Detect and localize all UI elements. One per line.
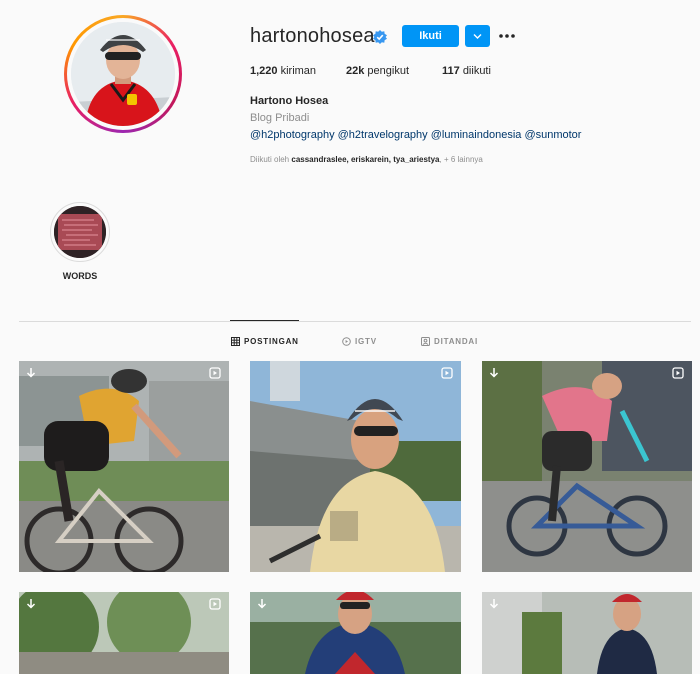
tabs-divider xyxy=(19,321,691,322)
highlight-cover xyxy=(54,206,106,258)
profile-username: hartonohosea xyxy=(250,25,375,47)
post-photo xyxy=(482,361,692,572)
active-tab-indicator xyxy=(230,320,299,321)
tab-tagged[interactable]: DITANDAI xyxy=(421,337,478,346)
tab-posts[interactable]: POSTINGAN xyxy=(231,337,299,346)
highlight-label: WORDS xyxy=(62,271,98,281)
followers-count[interactable]: 22k pengikut xyxy=(346,65,409,77)
story-highlight[interactable] xyxy=(50,202,110,262)
download-arrow-icon[interactable] xyxy=(25,367,37,379)
download-arrow-icon[interactable] xyxy=(488,367,500,379)
download-arrow-icon[interactable] xyxy=(256,598,268,610)
suggested-accounts-button[interactable] xyxy=(465,25,490,47)
download-arrow-icon[interactable] xyxy=(488,598,500,610)
profile-avatar-ring[interactable] xyxy=(64,15,182,133)
post-photo xyxy=(482,592,692,674)
post-photo xyxy=(250,361,461,572)
chevron-down-icon xyxy=(473,34,482,39)
posts-count: 1,220 kiriman xyxy=(250,65,317,77)
post-photo xyxy=(19,592,229,674)
more-options-icon xyxy=(499,34,515,38)
video-icon xyxy=(441,367,453,379)
highlight-cover-image xyxy=(54,206,106,258)
options-button[interactable] xyxy=(496,25,518,47)
avatar-border xyxy=(67,18,179,130)
post-tile[interactable] xyxy=(250,361,461,572)
profile-bio-mentions[interactable]: @h2photography @h2travelography @luminai… xyxy=(250,129,581,141)
post-tile[interactable] xyxy=(19,361,229,572)
download-arrow-icon[interactable] xyxy=(25,598,37,610)
video-icon xyxy=(209,367,221,379)
video-icon xyxy=(672,367,684,379)
grid-icon xyxy=(231,337,240,346)
verified-badge-icon xyxy=(373,30,387,44)
video-icon xyxy=(209,598,221,610)
tab-igtv[interactable]: IGTV xyxy=(342,337,377,346)
post-tile[interactable] xyxy=(482,361,692,572)
profile-avatar xyxy=(71,22,175,126)
following-count[interactable]: 117 diikuti xyxy=(442,65,491,77)
post-tile[interactable] xyxy=(250,592,461,674)
avatar-photo xyxy=(71,22,175,126)
post-photo xyxy=(19,361,229,572)
post-tile[interactable] xyxy=(482,592,692,674)
followed-by-text[interactable]: Diikuti oleh cassandraslee, eriskarein, … xyxy=(250,155,483,164)
post-tile[interactable] xyxy=(19,592,229,674)
follow-button[interactable]: Ikuti xyxy=(402,25,459,47)
profile-category: Blog Pribadi xyxy=(250,112,310,124)
tagged-icon xyxy=(421,337,430,346)
profile-full-name: Hartono Hosea xyxy=(250,95,329,107)
igtv-icon xyxy=(342,337,351,346)
post-photo xyxy=(250,592,461,674)
